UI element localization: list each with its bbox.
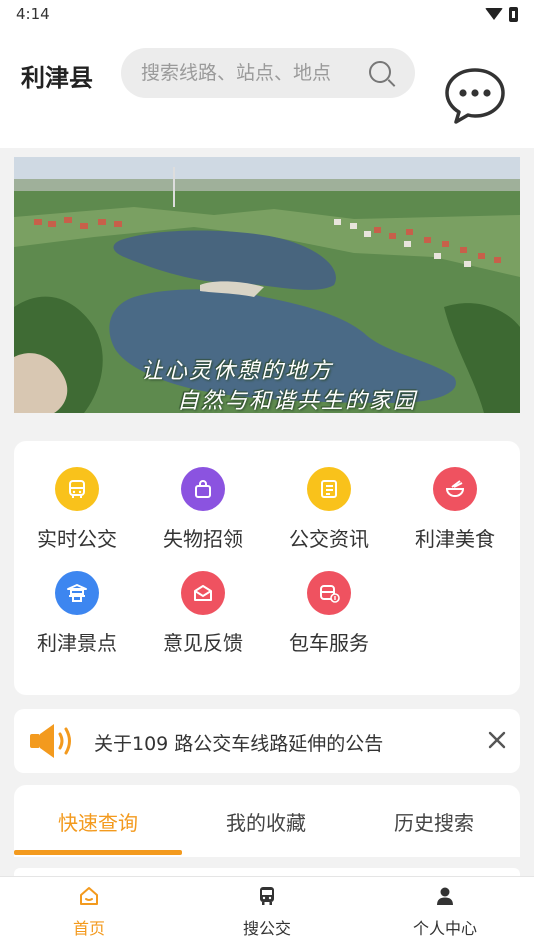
grid-label: 失物招领	[163, 527, 243, 551]
grid-item-lost-found[interactable]: 失物招领	[140, 467, 266, 552]
county-selector[interactable]: 利津县	[21, 58, 93, 93]
pagoda-icon	[55, 571, 99, 615]
nav-label: 搜公交	[242, 919, 291, 938]
status-time: 4:14	[16, 5, 50, 23]
bag-icon	[181, 467, 225, 511]
function-grid: 实时公交 失物招领 公交资讯 利津美食 利津景点 意见反馈 包车服务	[14, 441, 520, 695]
grid-item-charter-service[interactable]: 包车服务	[266, 571, 392, 656]
food-bowl-icon	[433, 467, 477, 511]
bus-icon	[55, 467, 99, 511]
grid-item-feedback[interactable]: 意见反馈	[140, 571, 266, 656]
banner-image[interactable]: 让心灵休憩的地方 自然与和谐共生的家园	[14, 157, 520, 413]
mail-icon	[181, 571, 225, 615]
header: 利津县	[0, 28, 534, 148]
grid-label: 包车服务	[289, 631, 369, 655]
grid-item-bus-news[interactable]: 公交资讯	[266, 467, 392, 552]
tab-history[interactable]: 历史搜索	[350, 807, 518, 836]
nav-home[interactable]: 首页	[0, 885, 178, 939]
search-icon[interactable]	[369, 61, 391, 83]
person-icon	[437, 887, 453, 905]
announcement-bar[interactable]: 关于109 路公交车线路延伸的公告	[14, 709, 520, 773]
banner-caption-line1: 让心灵休憩的地方	[140, 359, 333, 384]
speaker-icon	[30, 724, 71, 758]
chat-bubble-icon[interactable]	[444, 66, 506, 124]
nav-profile[interactable]: 个人中心	[356, 885, 534, 939]
search-box[interactable]	[121, 48, 415, 98]
grid-item-local-food[interactable]: 利津美食	[392, 467, 518, 552]
nav-bus-search[interactable]: 搜公交	[178, 885, 356, 939]
announcement-text[interactable]: 关于109 路公交车线路延伸的公告	[94, 729, 383, 756]
content-panel-edge	[14, 868, 520, 876]
query-tabs: 快速查询 我的收藏 历史搜索	[14, 785, 520, 857]
home-icon	[80, 887, 98, 905]
close-icon[interactable]	[486, 729, 508, 751]
grid-label: 意见反馈	[163, 631, 243, 655]
grid-item-realtime-bus[interactable]: 实时公交	[14, 467, 140, 552]
news-icon	[307, 467, 351, 511]
banner-caption-line2: 自然与和谐共生的家园	[176, 389, 417, 413]
grid-label: 实时公交	[37, 527, 117, 551]
grid-label: 利津美食	[415, 527, 495, 551]
bottom-navigation: 首页 搜公交 个人中心	[0, 876, 534, 950]
nav-label: 首页	[72, 919, 105, 938]
status-bar: 4:14	[0, 0, 534, 28]
grid-label: 利津景点	[37, 631, 117, 655]
grid-item-scenic-spots[interactable]: 利津景点	[14, 571, 140, 656]
grid-label: 公交资讯	[289, 527, 369, 551]
active-tab-indicator	[14, 850, 182, 855]
status-icons	[485, 6, 518, 22]
nav-label: 个人中心	[412, 919, 477, 938]
bus-icon	[260, 887, 274, 905]
tab-favorites[interactable]: 我的收藏	[182, 807, 350, 836]
tab-quick-search[interactable]: 快速查询	[14, 807, 182, 836]
battery-icon	[509, 6, 518, 22]
search-input[interactable]	[141, 62, 356, 84]
charter-bus-icon	[307, 571, 351, 615]
wifi-icon	[485, 8, 503, 20]
